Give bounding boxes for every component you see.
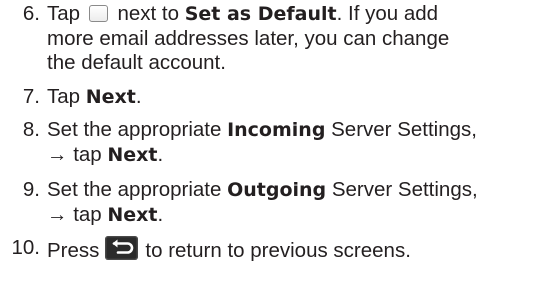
instruction-list: 6. Tap next to Set as Default. If you ad… xyxy=(0,0,543,304)
button-name: Next xyxy=(85,86,136,108)
step-text: Server Settings, xyxy=(325,118,477,141)
step-text: Server Settings, xyxy=(326,178,478,201)
button-name: Next xyxy=(107,143,158,166)
step-text: Set the appropriate xyxy=(47,118,228,141)
step-number: 8. xyxy=(22,118,40,141)
step-text: → tap xyxy=(47,202,108,226)
step-body: Tap next to Set as Default. If you add m… xyxy=(47,2,537,76)
step-text: Tap xyxy=(47,2,81,25)
step-line: Set the appropriate Incoming Server Sett… xyxy=(47,118,537,143)
back-key-icon xyxy=(105,236,139,260)
step-line: Press to return to previous screens. xyxy=(47,236,537,264)
step-text: . xyxy=(135,85,142,108)
step-line: → tap Next. xyxy=(47,143,537,168)
step-body: Set the appropriate Incoming Server Sett… xyxy=(47,118,537,167)
step-text: . xyxy=(157,202,164,226)
step-body: Tap Next. xyxy=(47,85,537,110)
step-number: 10. xyxy=(11,236,41,259)
step-text: Tap xyxy=(47,85,86,108)
step-text: . If you add xyxy=(336,2,439,25)
setting-name: Set as Default xyxy=(184,3,337,25)
button-name: Next xyxy=(107,203,158,226)
step-number: 6. xyxy=(22,2,40,25)
step-line: more email addresses later, you can chan… xyxy=(47,26,450,50)
step-text: Press xyxy=(47,239,100,262)
step-line: Set the appropriate Outgoing Server Sett… xyxy=(47,178,537,203)
setting-name: Incoming xyxy=(227,119,326,141)
step-body: Press to return to previous screens. xyxy=(47,236,537,264)
step-body: Set the appropriate Outgoing Server Sett… xyxy=(47,178,537,227)
step-number: 9. xyxy=(22,178,40,201)
checkbox-icon xyxy=(88,5,108,22)
step-text: . xyxy=(157,142,164,166)
step-line: Tap Next. xyxy=(47,85,537,110)
setting-name: Outgoing xyxy=(227,179,327,201)
step-line: Tap next to Set as Default. If you add xyxy=(47,2,537,27)
step-line: the default account. xyxy=(47,51,226,74)
step-line: → tap Next. xyxy=(47,203,537,228)
step-text: next to xyxy=(117,2,180,25)
step-text: to return to previous screens. xyxy=(145,239,411,262)
step-text: Set the appropriate xyxy=(47,178,228,201)
step-number: 7. xyxy=(22,85,40,108)
step-text: → tap xyxy=(47,142,108,166)
